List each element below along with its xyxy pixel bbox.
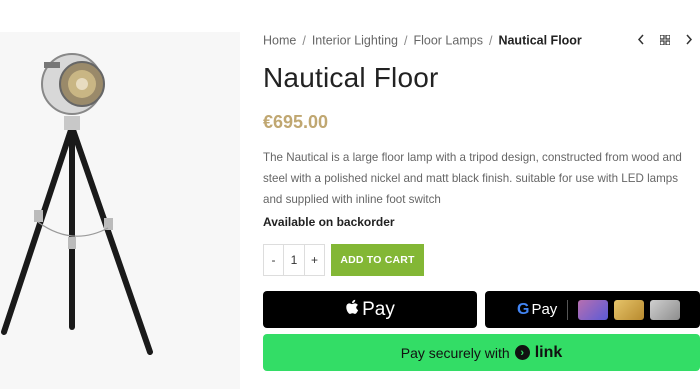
google-pay-button[interactable]: G Pay [485, 291, 700, 328]
breadcrumb-separator: / [404, 33, 408, 48]
divider [567, 299, 569, 320]
apple-logo-icon [345, 299, 359, 321]
link-pay-button[interactable]: Pay securely with › link [263, 334, 700, 371]
quantity-stepper: - 1 + [263, 244, 325, 276]
product-title: Nautical Floor [263, 62, 439, 93]
product-description: The Nautical is a large floor lamp with … [263, 151, 682, 206]
breadcrumb: Home / Interior Lighting / Floor Lamps / Nauti… [263, 33, 582, 48]
quantity-increase-button[interactable]: + [305, 245, 324, 275]
chevron-right-icon[interactable] [684, 33, 694, 48]
google-pay-logo: G Pay [517, 301, 557, 319]
product-image[interactable] [0, 32, 240, 389]
grid-icon[interactable] [659, 33, 671, 48]
card-icon [578, 299, 609, 320]
product-navigation [636, 33, 694, 48]
product-price: €695.00 [263, 112, 329, 132]
quantity-input[interactable]: 1 [283, 245, 305, 275]
link-logo: link [534, 343, 563, 361]
floor-lamp-image [1, 53, 153, 355]
breadcrumb-interior-lighting[interactable]: Interior Lighting [312, 34, 398, 48]
google-pay-label: Pay [531, 301, 558, 318]
apple-pay-label: Pay [362, 298, 395, 320]
breadcrumb-separator: / [488, 33, 493, 48]
breadcrumb-separator: / [302, 33, 306, 48]
chevron-left-icon[interactable] [636, 33, 646, 48]
link-arrow-icon: › [514, 345, 530, 360]
add-to-cart-button[interactable]: ADD TO CART [331, 244, 424, 276]
card-icon [650, 299, 681, 320]
quantity-decrease-button[interactable]: - [264, 245, 283, 275]
breadcrumb-floor-lamps[interactable]: Floor Lamps [413, 34, 482, 48]
link-pay-text: Pay securely with [400, 344, 510, 361]
breadcrumb-current: Nautical Floor [498, 33, 582, 48]
breadcrumb-home[interactable]: Home [263, 34, 296, 48]
google-g-icon: G [517, 300, 530, 318]
availability-status: Available on backorder [263, 215, 395, 229]
apple-pay-button[interactable]: Pay [263, 291, 477, 328]
card-icon [614, 299, 645, 320]
